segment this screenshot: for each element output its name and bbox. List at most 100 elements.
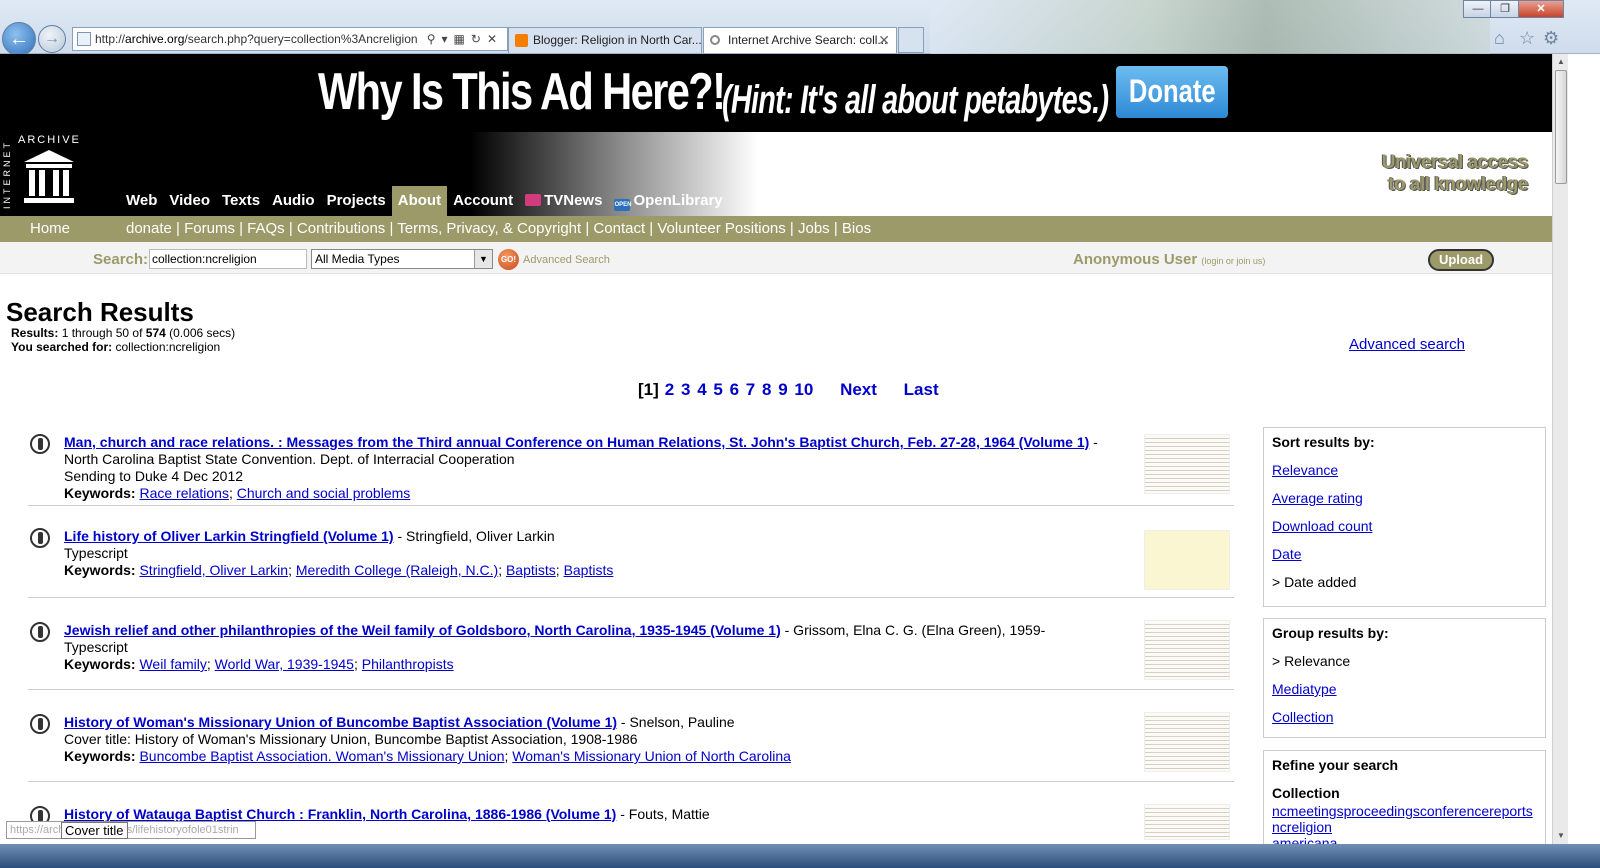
keyword-link[interactable]: Church and social problems [237,485,411,501]
maximize-button[interactable]: ❐ [1490,0,1520,18]
keyword-link[interactable]: Baptists [564,562,614,578]
texts-icon [30,434,50,454]
result-title[interactable]: Jewish relief and other philanthropies o… [64,622,781,638]
go-button[interactable]: GO! [498,249,519,270]
result-thumbnail[interactable] [1144,530,1230,590]
result-thumbnail[interactable] [1144,712,1230,772]
ad-hint: (Hint: It's all about petabytes.) [722,78,1109,122]
nav-audio[interactable]: Audio [266,186,321,216]
last-page-link[interactable]: Last [904,380,939,399]
user-status: Anonymous User (login or join us) [1073,251,1266,268]
subnav-links[interactable]: donate | Forums | FAQs | Contributions |… [126,216,871,241]
sort-average-rating[interactable]: Average rating [1272,490,1537,506]
close-tab-icon[interactable]: ✕ [878,28,890,52]
next-page-link[interactable]: Next [840,380,877,399]
blogger-icon [515,34,528,47]
page-link[interactable]: 9 [778,380,787,399]
back-button[interactable]: ← [2,22,36,56]
subnav-home[interactable]: Home [30,216,70,241]
scroll-up-icon[interactable]: ▲ [1553,54,1569,70]
nav-tvnews[interactable]: TVNews [519,186,608,216]
keyword-link[interactable]: Woman's Missionary Union of North Caroli… [512,748,791,764]
new-tab-button[interactable] [898,27,924,53]
nav-openlibrary[interactable]: OPEN OpenLibrary [608,186,728,216]
result-thumbnail[interactable] [1144,620,1230,680]
keywords: Keywords: Race relations; Church and soc… [64,485,411,501]
page-link[interactable]: 2 [665,380,674,399]
nav-texts[interactable]: Texts [216,186,266,216]
search-label: Search: [93,251,149,268]
ad-headline: Why Is This Ad Here?! [318,63,726,121]
vertical-scrollbar[interactable]: ▲ ▼ [1552,54,1568,844]
openlibrary-icon: OPEN [614,199,631,211]
page-link[interactable]: 7 [746,380,755,399]
sort-download-count[interactable]: Download count [1272,518,1537,534]
tagline: Universal access to all knowledge [1381,152,1529,195]
minimize-button[interactable]: — [1463,0,1493,18]
keyword-link[interactable]: Weil family [139,656,206,672]
list-item: Jewish relief and other philanthropies o… [28,598,1234,690]
keyword-link[interactable]: Buncombe Baptist Association. Woman's Mi… [139,748,504,764]
result-title[interactable]: Man, church and race relations. : Messag… [64,434,1089,450]
page-link[interactable]: 6 [730,380,739,399]
result-title[interactable]: History of Woman's Missionary Union of B… [64,714,617,730]
group-collection[interactable]: Collection [1272,709,1537,725]
keyword-link[interactable]: Race relations [139,485,229,501]
login-link[interactable]: (login or join us) [1201,256,1265,266]
collection-link[interactable]: ncmeetingsproceedingsconferencereports [1272,803,1537,819]
nav-projects[interactable]: Projects [321,186,392,216]
address-controls[interactable]: ⚲▾▦↻✕ [427,28,503,50]
address-bar[interactable]: http://archive.org/search.php?query=coll… [72,27,508,51]
window-edge [1568,54,1600,868]
keyword-link[interactable]: Baptists [506,562,556,578]
donate-button[interactable]: Donate [1116,66,1228,118]
nav-account[interactable]: Account [447,186,519,216]
scroll-thumb[interactable] [1555,70,1567,184]
keywords: Keywords: Stringfield, Oliver Larkin; Me… [64,562,614,578]
loading-icon [710,35,720,45]
page-link[interactable]: 4 [697,380,706,399]
sort-relevance[interactable]: Relevance [1272,462,1537,478]
sort-panel: Sort results by: Relevance Average ratin… [1263,427,1546,607]
nav-video[interactable]: Video [163,186,216,216]
scroll-down-icon[interactable]: ▼ [1553,828,1569,844]
keyword-link[interactable]: Philanthropists [362,656,454,672]
keyword-link[interactable]: World War, 1939-1945 [215,656,354,672]
search-input[interactable] [149,249,307,269]
advanced-search-link[interactable]: Advanced Search [523,254,610,266]
page-link[interactable]: 8 [762,380,771,399]
upload-button[interactable]: Upload [1428,249,1494,271]
tab-blogger[interactable]: Blogger: Religion in North Car... [508,27,702,53]
sort-date[interactable]: Date [1272,546,1537,562]
result-thumbnail[interactable] [1144,804,1230,840]
texts-icon [30,528,50,548]
page-link[interactable]: 5 [713,380,722,399]
page-link[interactable]: 10 [794,380,813,399]
group-mediatype[interactable]: Mediatype [1272,681,1537,697]
search-bar: Search: All Media Types ▼ GO! Advanced S… [0,242,1552,274]
result-thumbnail[interactable] [1144,434,1230,494]
gear-icon[interactable]: ⚙ [1543,28,1559,49]
tab-internet-archive[interactable]: Internet Archive Search: coll... ✕ [703,27,897,53]
group-panel: Group results by: > Relevance Mediatype … [1263,618,1546,738]
forward-button[interactable]: → [38,25,66,53]
collection-link[interactable]: ncreligion [1272,819,1537,835]
page-link[interactable]: 3 [681,380,690,399]
donation-ad-banner[interactable]: Why Is This Ad Here?! (Hint: It's all ab… [0,54,1552,132]
browser-chrome: ← → http://archive.org/search.php?query=… [0,0,1600,56]
archive-logo[interactable]: INTERNET ARCHIVE [0,132,118,216]
keyword-link[interactable]: Meredith College (Raleigh, N.C.) [296,562,498,578]
close-window-button[interactable]: ✕ [1518,0,1564,18]
home-icon[interactable]: ⌂ [1494,28,1505,49]
site-icon [77,32,91,46]
result-title[interactable]: History of Watauga Baptist Church : Fran… [64,806,616,822]
nav-web[interactable]: Web [120,186,163,216]
main-nav: Web Video Texts Audio Projects About Acc… [120,186,729,216]
result-title[interactable]: Life history of Oliver Larkin Stringfiel… [64,528,394,544]
keyword-link[interactable]: Stringfield, Oliver Larkin [139,562,288,578]
list-item: History of Woman's Missionary Union of B… [28,690,1234,782]
favorites-icon[interactable]: ☆ [1519,28,1535,49]
media-type-select[interactable]: All Media Types ▼ [311,249,493,269]
advanced-search-link-main[interactable]: Advanced search [1349,336,1465,353]
nav-about[interactable]: About [391,186,448,216]
